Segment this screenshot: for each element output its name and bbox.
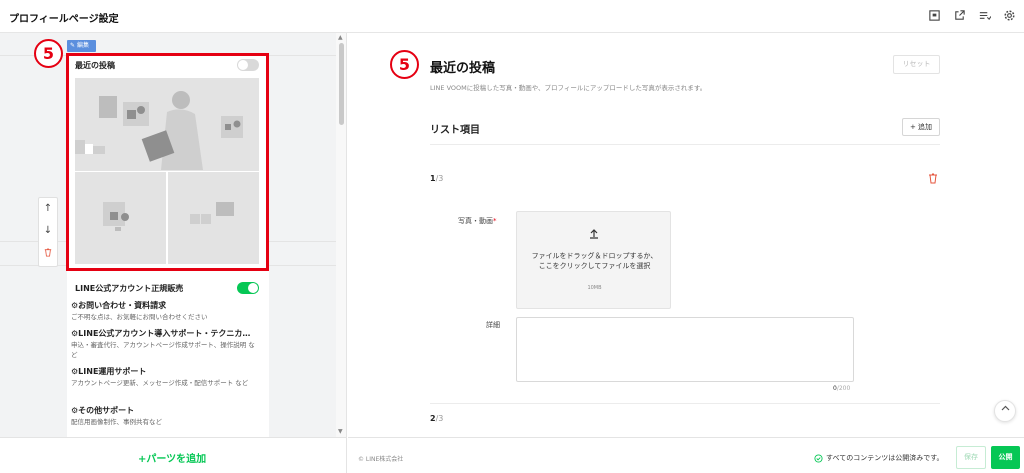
step-marker: 5 — [34, 39, 63, 68]
editor-pane: 5 最近の投稿 リセット LINE VOOMに投稿した写真・動画や、プロフィール… — [348, 33, 1024, 437]
trash-icon[interactable] — [928, 173, 938, 184]
external-link-icon[interactable] — [953, 9, 966, 22]
reorder-controls: ↑ ↓ — [38, 197, 58, 267]
item-index: 1/3 — [430, 174, 444, 183]
shop-section-title: LINE公式アカウント正規販売 — [75, 284, 184, 293]
edit-badge[interactable]: ✎ 編集 — [67, 40, 96, 52]
toolbar-icons — [928, 9, 1016, 22]
media-field-label: 写真・動画* — [458, 217, 497, 225]
scroll-up-arrow-icon[interactable]: ▲ — [338, 34, 343, 41]
step-marker: 5 — [390, 50, 419, 79]
left-footer: +パーツを追加 — [0, 437, 347, 473]
chevron-up-icon — [1001, 405, 1009, 411]
detail-textarea[interactable] — [516, 317, 854, 382]
copyright: © LINE株式会社 — [358, 456, 404, 463]
list-item[interactable]: ⚙LINE運用サポート アカウントページ更新、メッセージ作成・配信サポート など — [71, 366, 261, 388]
reset-button[interactable]: リセット — [893, 55, 940, 74]
add-item-button[interactable]: + 追加 — [902, 118, 940, 136]
scroll-down-arrow-icon[interactable]: ▼ — [338, 428, 343, 435]
character-counter: 0/200 — [833, 385, 851, 392]
scrollbar-thumb[interactable] — [339, 43, 344, 125]
item-index: 2/3 — [430, 414, 444, 423]
main-footer: © LINE株式会社 すべてのコンテンツは公開済みです。 保存 公開 — [348, 437, 1024, 473]
detail-field-label: 詳細 — [486, 321, 500, 329]
section-title: 最近の投稿 — [430, 61, 496, 76]
move-up-button[interactable]: ↑ — [39, 198, 57, 220]
move-down-button[interactable]: ↓ — [39, 220, 57, 242]
section-description: LINE VOOMに投稿した写真・動画や、プロフィールにアップロードした写真が表… — [430, 84, 707, 92]
list-settings-icon[interactable] — [978, 9, 991, 22]
recent-posts-highlight — [66, 53, 269, 271]
save-button[interactable]: 保存 — [956, 446, 986, 469]
preview-pane: ✎ 編集 最近の投稿 5 ↑ ↓ LINE公式アカウント正規販売 ⚙お問い合わせ… — [0, 33, 347, 437]
scroll-to-top-button[interactable] — [994, 400, 1016, 422]
page-title: プロフィールページ設定 — [9, 14, 119, 25]
top-bar: プロフィールページ設定 — [0, 0, 1024, 33]
divider — [430, 403, 940, 404]
divider — [430, 144, 940, 145]
list-item[interactable]: ⚙LINE公式アカウント導入サポート・テクニカ… 申込・審査代行、アカウントペー… — [71, 328, 261, 360]
publish-status: すべてのコンテンツは公開済みです。 — [814, 453, 944, 463]
delete-section-button[interactable] — [39, 244, 57, 266]
trash-icon — [44, 248, 52, 257]
list-item[interactable]: ⚙その他サポート 配信用画像制作、事例共有など — [71, 405, 261, 427]
list-items-heading: リスト項目 — [430, 125, 480, 136]
preview-scrollbar[interactable]: ▲ ▼ — [336, 33, 346, 437]
upload-icon — [590, 229, 598, 239]
gear-icon[interactable] — [1003, 9, 1016, 22]
list-item[interactable]: ⚙お問い合わせ・資料請求 ご不明な点は、お気軽にお問い合わせください — [71, 300, 261, 322]
publish-button[interactable]: 公開 — [991, 446, 1020, 469]
layout-icon[interactable] — [928, 9, 941, 22]
shop-section-toggle[interactable] — [237, 282, 259, 294]
check-circle-icon — [814, 453, 823, 463]
media-upload-dropzone[interactable]: ファイルをドラッグ＆ドロップするか、ここをクリックしてファイルを選択 10MB — [516, 211, 671, 309]
add-parts-button[interactable]: +パーツを追加 — [138, 450, 206, 465]
